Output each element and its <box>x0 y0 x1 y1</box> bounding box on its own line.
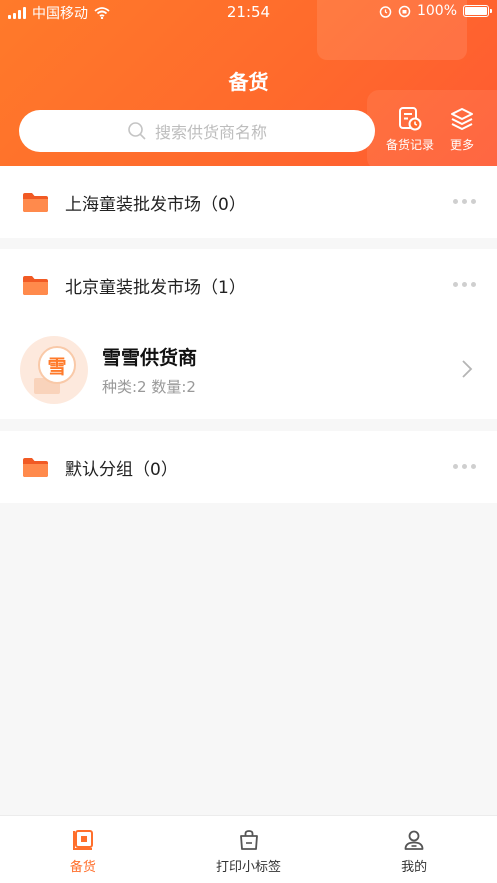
supplier-item[interactable]: 雪 雪雪供货商 种类:2 数量:2 <box>0 321 497 419</box>
supplier-info: 雪雪供货商 种类:2 数量:2 <box>102 343 197 397</box>
record-icon <box>399 107 422 131</box>
tab-print-label-text: 打印小标签 <box>216 860 282 875</box>
supplier-avatar: 雪 <box>20 336 88 404</box>
group-name: 默认分组 <box>65 459 133 480</box>
group-count: （1） <box>201 277 246 298</box>
print-bag-icon <box>239 830 258 850</box>
alarm-icon <box>379 5 392 18</box>
group-name: 上海童装批发市场 <box>65 194 201 215</box>
stock-record-button[interactable]: 备货记录 <box>380 106 440 158</box>
stock-icon <box>72 830 93 850</box>
tab-mine[interactable]: 我的 <box>331 816 497 883</box>
group-count: （0） <box>133 459 178 480</box>
more-label: 更多 <box>449 138 474 152</box>
chevron-right-icon <box>462 360 473 378</box>
status-bar: 中国移动 21:54 100% <box>0 0 497 24</box>
tab-stock[interactable]: 备货 <box>0 816 166 883</box>
search-icon <box>128 122 146 140</box>
supplier-name: 雪雪供货商 <box>102 347 198 369</box>
tab-mine-label: 我的 <box>401 860 428 875</box>
supplier-meta: 种类:2 数量:2 <box>102 378 196 396</box>
more-options-icon[interactable] <box>453 282 476 287</box>
supplier-avatar-char: 雪 <box>38 346 76 384</box>
tab-print-label[interactable]: 打印小标签 <box>166 816 332 883</box>
group-card: 北京童装批发市场 （1） 雪 雪雪供货商 种类:2 数量:2 <box>0 249 497 419</box>
stock-record-label: 备货记录 <box>385 138 434 152</box>
group-header[interactable]: 北京童装批发市场 （1） <box>0 249 497 321</box>
folder-icon <box>23 276 48 295</box>
folder-icon <box>23 193 48 212</box>
layers-icon <box>451 108 473 130</box>
search-placeholder: 搜索供货商名称 <box>154 123 267 142</box>
folder-icon <box>23 458 48 477</box>
header: 中国移动 21:54 100% 备货 搜索供货商名称 备货记录 更多 <box>0 0 497 166</box>
more-options-icon[interactable] <box>453 199 476 204</box>
rotation-lock-icon <box>398 5 411 17</box>
group-header[interactable]: 上海童装批发市场 （0） <box>0 166 497 238</box>
search-input[interactable]: 搜索供货商名称 <box>19 110 375 152</box>
group-name: 北京童装批发市场 <box>65 277 201 298</box>
tab-stock-label: 备货 <box>69 860 96 875</box>
status-right: 100% <box>379 3 492 19</box>
more-button[interactable]: 更多 <box>432 106 492 158</box>
user-icon <box>404 830 424 850</box>
more-options-icon[interactable] <box>453 464 476 469</box>
tab-bar: 备货 打印小标签 我的 <box>0 815 497 883</box>
group-header[interactable]: 默认分组 （0） <box>0 431 497 503</box>
page-title: 备货 <box>228 70 269 94</box>
group-card: 默认分组 （0） <box>0 431 497 503</box>
group-card: 上海童装批发市场 （0） <box>0 166 497 238</box>
group-count: （0） <box>201 194 246 215</box>
battery-icon <box>463 5 492 17</box>
battery-label: 100% <box>416 3 457 19</box>
